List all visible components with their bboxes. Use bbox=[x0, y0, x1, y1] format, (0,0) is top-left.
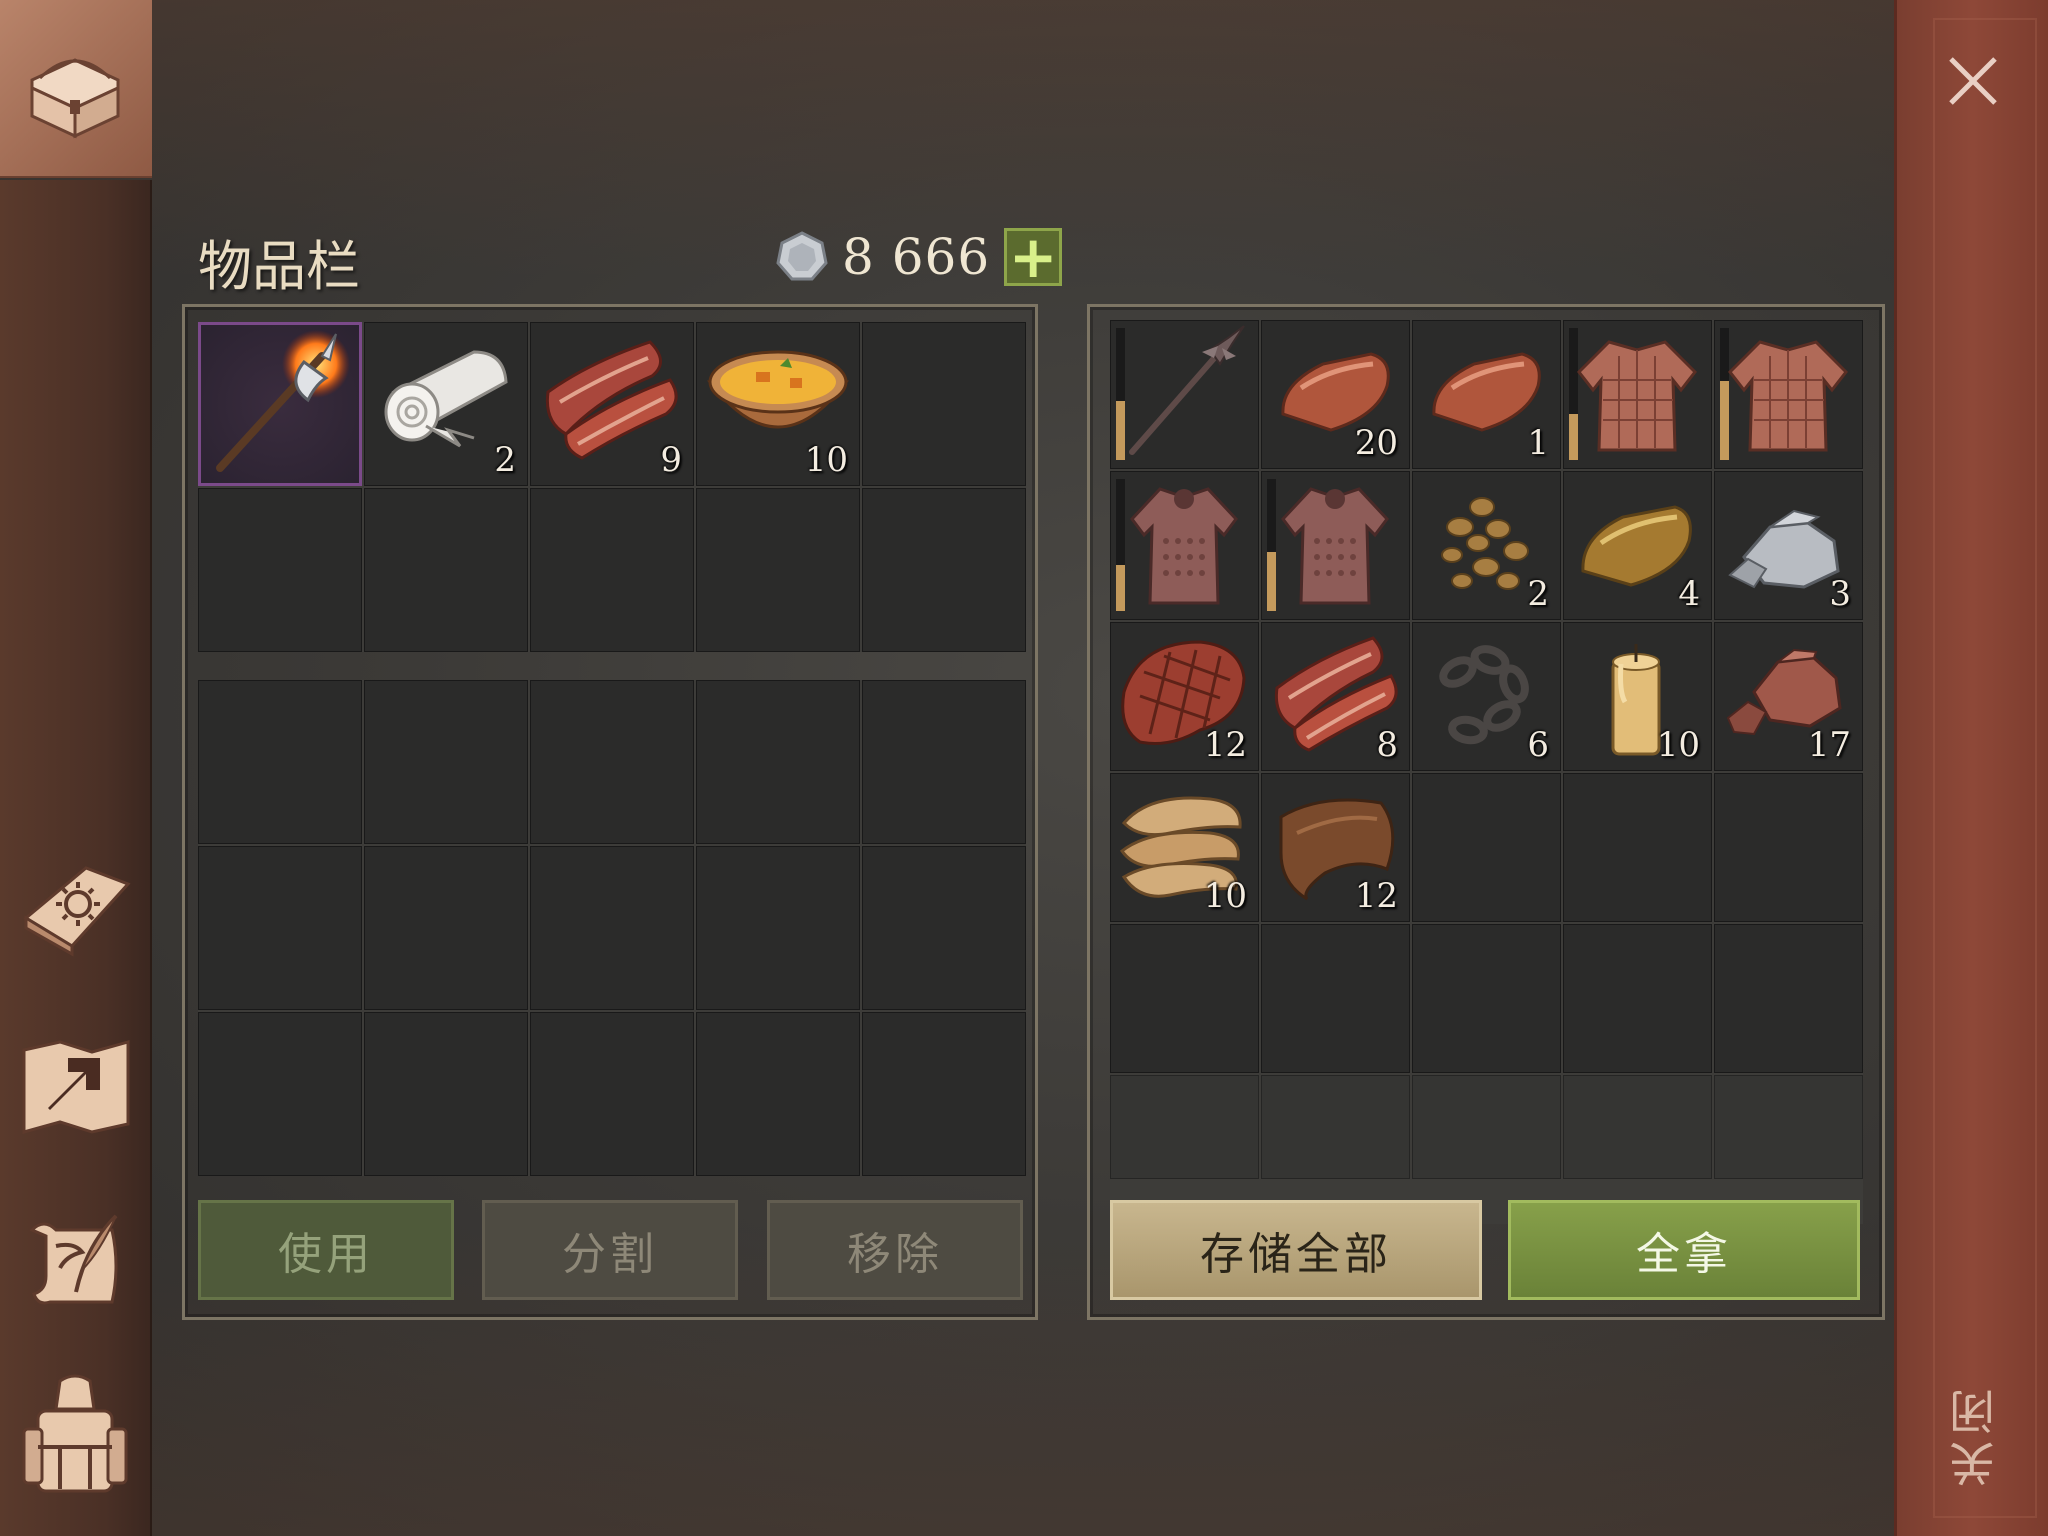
item-quantity: 10 bbox=[1203, 876, 1247, 916]
inventory-slot[interactable] bbox=[862, 680, 1026, 844]
sun-book-icon[interactable] bbox=[16, 848, 134, 966]
padded-armor-icon bbox=[1577, 340, 1697, 452]
inventory-slot[interactable] bbox=[364, 1012, 528, 1176]
storage-slot[interactable]: 10 bbox=[1563, 622, 1712, 771]
storage-slot[interactable]: 8 bbox=[1261, 622, 1410, 771]
storage-slot[interactable] bbox=[1412, 1075, 1561, 1179]
storage-slot[interactable]: 17 bbox=[1714, 622, 1863, 771]
item-quantity: 2 bbox=[1527, 574, 1549, 614]
storage-slot[interactable] bbox=[1563, 320, 1712, 469]
storage-slot[interactable] bbox=[1714, 1075, 1863, 1179]
inventory-slot[interactable] bbox=[198, 1012, 362, 1176]
inventory-title: 物品栏 bbox=[198, 235, 360, 298]
storage-slot[interactable] bbox=[1412, 773, 1561, 922]
inventory-grid-bottom bbox=[198, 680, 1026, 1176]
take-all-button[interactable]: 全拿 bbox=[1508, 1200, 1860, 1300]
storage-grid: 20 1 2 4 3 12 8 6 10 17 10 12 bbox=[1110, 320, 1863, 1224]
item-quantity: 12 bbox=[1203, 725, 1247, 765]
close-label[interactable]: 关闭 bbox=[1942, 1370, 2002, 1500]
inventory-slot[interactable] bbox=[198, 846, 362, 1010]
remove-button[interactable]: 移除 bbox=[767, 1200, 1023, 1300]
storage-slot[interactable] bbox=[1563, 924, 1712, 1073]
inventory-slot[interactable] bbox=[364, 846, 528, 1010]
item-quantity: 4 bbox=[1678, 574, 1700, 614]
storage-slot[interactable] bbox=[1412, 924, 1561, 1073]
inventory-slot[interactable] bbox=[198, 322, 362, 486]
storage-slot[interactable] bbox=[1110, 471, 1259, 620]
storage-slot[interactable]: 10 bbox=[1110, 773, 1259, 922]
chainmail-icon bbox=[1281, 487, 1389, 605]
inventory-slot[interactable]: 9 bbox=[530, 322, 694, 486]
inventory-slot[interactable] bbox=[696, 1012, 860, 1176]
close-icon[interactable] bbox=[1938, 46, 2008, 116]
close-strip[interactable] bbox=[1894, 0, 2048, 1536]
storage-slot[interactable] bbox=[1110, 320, 1259, 469]
inventory-slot[interactable] bbox=[364, 680, 528, 844]
inventory-slot[interactable] bbox=[696, 680, 860, 844]
item-quantity: 8 bbox=[1376, 725, 1398, 765]
map-arrow-icon[interactable] bbox=[16, 1028, 134, 1146]
chainmail-icon bbox=[1130, 487, 1238, 605]
item-quantity: 10 bbox=[1656, 725, 1700, 765]
storage-slot[interactable] bbox=[1563, 1075, 1712, 1179]
chest-icon bbox=[16, 30, 134, 148]
inventory-slot[interactable] bbox=[862, 1012, 1026, 1176]
storage-slot[interactable] bbox=[1563, 773, 1712, 922]
storage-slot[interactable] bbox=[1261, 924, 1410, 1073]
storage-slot[interactable] bbox=[1714, 773, 1863, 922]
inventory-grid-top: 2 9 10 bbox=[198, 322, 1026, 652]
inventory-slot[interactable] bbox=[862, 846, 1026, 1010]
storage-slot[interactable]: 12 bbox=[1261, 773, 1410, 922]
storage-slot[interactable]: 12 bbox=[1110, 622, 1259, 771]
split-button[interactable]: 分割 bbox=[482, 1200, 738, 1300]
item-quantity: 12 bbox=[1354, 876, 1398, 916]
inventory-slot[interactable]: 2 bbox=[364, 322, 528, 486]
item-quantity: 17 bbox=[1807, 725, 1851, 765]
padded-armor-icon bbox=[1728, 340, 1848, 452]
item-quantity: 6 bbox=[1527, 725, 1549, 765]
storage-slot[interactable]: 3 bbox=[1714, 471, 1863, 620]
scroll-quill-icon[interactable] bbox=[16, 1206, 134, 1324]
item-quantity: 20 bbox=[1354, 423, 1398, 463]
storage-slot[interactable]: 2 bbox=[1412, 471, 1561, 620]
sidebar-item-chest[interactable] bbox=[0, 0, 152, 178]
inventory-slot[interactable] bbox=[198, 488, 362, 652]
storage-slot[interactable] bbox=[1261, 1075, 1410, 1179]
storage-slot[interactable]: 20 bbox=[1261, 320, 1410, 469]
spiked-mace-icon bbox=[1129, 325, 1245, 455]
inventory-slot[interactable] bbox=[530, 846, 694, 1010]
storage-slot[interactable]: 6 bbox=[1412, 622, 1561, 771]
inventory-slot[interactable] bbox=[696, 488, 860, 652]
store-all-button[interactable]: 存储全部 bbox=[1110, 1200, 1482, 1300]
character-backpack-icon[interactable] bbox=[16, 1374, 134, 1498]
item-quantity: 2 bbox=[494, 440, 516, 480]
inventory-slot[interactable] bbox=[862, 322, 1026, 486]
use-button[interactable]: 使用 bbox=[198, 1200, 454, 1300]
inventory-slot[interactable] bbox=[198, 680, 362, 844]
inventory-slot[interactable] bbox=[530, 680, 694, 844]
item-quantity: 3 bbox=[1829, 574, 1851, 614]
item-quantity: 1 bbox=[1527, 423, 1549, 463]
storage-slot[interactable] bbox=[1261, 471, 1410, 620]
storage-slot[interactable]: 1 bbox=[1412, 320, 1561, 469]
storage-slot[interactable] bbox=[1110, 1075, 1259, 1179]
silver-coin-icon bbox=[776, 231, 828, 283]
storage-slot[interactable]: 4 bbox=[1563, 471, 1712, 620]
inventory-slot[interactable] bbox=[530, 488, 694, 652]
currency-display: 8 666 + bbox=[776, 228, 1063, 286]
item-quantity: 10 bbox=[804, 440, 848, 480]
inventory-slot[interactable] bbox=[862, 488, 1026, 652]
close-strip-border bbox=[1933, 18, 2037, 1518]
inventory-slot[interactable] bbox=[364, 488, 528, 652]
storage-slot[interactable] bbox=[1110, 924, 1259, 1073]
inventory-slot[interactable] bbox=[696, 846, 860, 1010]
currency-amount: 8 666 bbox=[842, 228, 991, 286]
item-quantity: 9 bbox=[660, 440, 682, 480]
flaming-halberd-icon bbox=[216, 330, 350, 472]
inventory-slot[interactable] bbox=[530, 1012, 694, 1176]
storage-slot[interactable] bbox=[1714, 924, 1863, 1073]
storage-slot[interactable] bbox=[1714, 320, 1863, 469]
add-currency-button[interactable]: + bbox=[1004, 228, 1063, 286]
inventory-slot[interactable]: 10 bbox=[696, 322, 860, 486]
